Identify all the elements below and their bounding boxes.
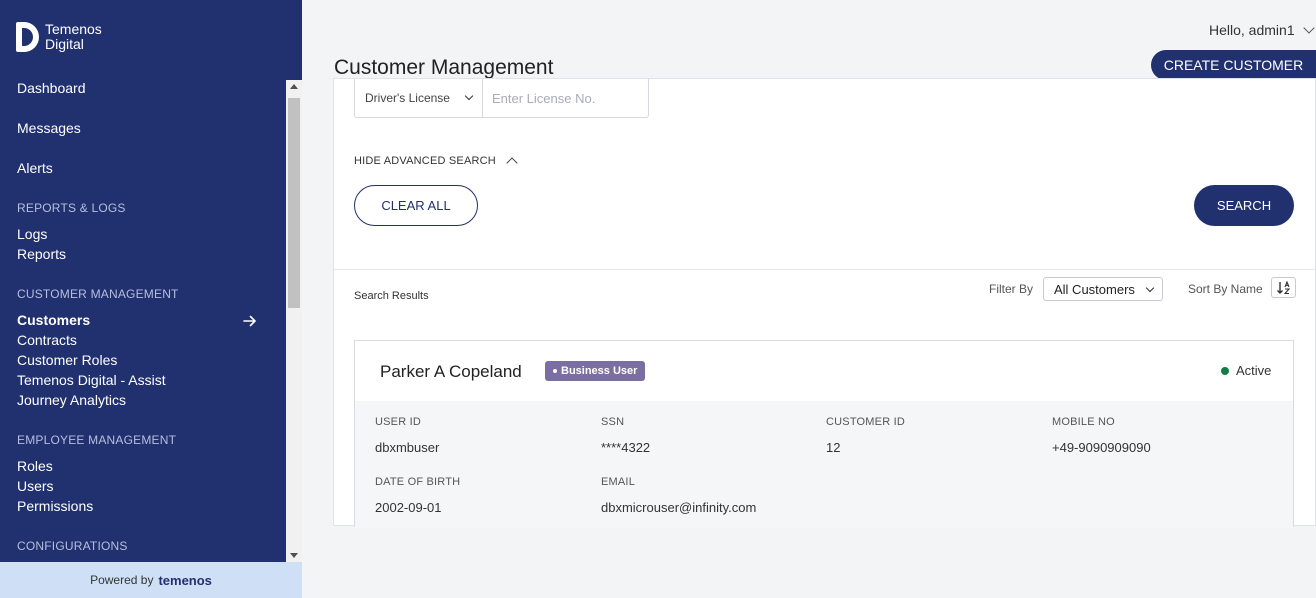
sidebar-item-customers[interactable]: Customers: [17, 312, 90, 328]
status-label: Active: [1236, 363, 1272, 378]
hide-advanced-search-toggle[interactable]: HIDE ADVANCED SEARCH: [354, 155, 518, 169]
badge-label: Business User: [561, 365, 638, 377]
customer-card[interactable]: Parker A Copeland Business User Active U…: [354, 340, 1294, 528]
user-id-value: dbxmbuser: [375, 440, 440, 455]
email-label: EMAIL: [601, 476, 636, 488]
chevron-up-icon: [506, 157, 518, 169]
scroll-up-icon[interactable]: [290, 84, 298, 89]
user-type-badge: Business User: [545, 361, 646, 381]
powered-by-footer: Powered by temenos: [0, 562, 302, 598]
mobile-label: MOBILE NO: [1052, 416, 1115, 428]
status-dot-icon: [1221, 366, 1229, 375]
sidebar-section-employee-management: EMPLOYEE MANAGEMENT: [17, 433, 177, 447]
license-number-input[interactable]: Enter License No.: [483, 79, 648, 117]
ssn-label: SSN: [601, 416, 625, 428]
sidebar-item-alerts[interactable]: Alerts: [17, 160, 53, 176]
sort-by-name-label: Sort By Name: [1188, 282, 1263, 296]
sidebar-item-reports[interactable]: Reports: [17, 246, 66, 262]
logo[interactable]: Temenos Digital: [16, 22, 102, 52]
sidebar: Temenos Digital Dashboard Messages Alert…: [0, 0, 302, 598]
page-title: Customer Management: [334, 56, 554, 79]
dob-label: DATE OF BIRTH: [375, 476, 461, 488]
sidebar-item-customer-roles[interactable]: Customer Roles: [17, 352, 117, 368]
clear-all-button[interactable]: CLEAR ALL: [354, 185, 478, 226]
user-menu[interactable]: Hello, admin1: [1209, 22, 1315, 38]
search-button[interactable]: SEARCH: [1194, 185, 1294, 226]
chevron-down-icon: [1302, 22, 1315, 34]
customer-id-label: CUSTOMER ID: [826, 416, 906, 428]
id-type-value: Driver's License: [365, 91, 450, 105]
arrow-right-icon: [243, 315, 256, 327]
filter-by-label: Filter By: [989, 282, 1034, 296]
sidebar-nav: Dashboard Messages Alerts REPORTS & LOGS…: [0, 80, 286, 562]
dob-value: 2002-09-01: [375, 500, 442, 515]
logo-line-1: Temenos: [45, 21, 102, 37]
filter-select[interactable]: All Customers: [1043, 277, 1163, 301]
email-value: dbxmicrouser@infinity.com: [601, 500, 757, 515]
customer-details: USER ID dbxmbuser SSN ****4322 CUSTOMER …: [355, 401, 1293, 528]
sidebar-item-contracts[interactable]: Contracts: [17, 332, 77, 348]
logo-line-2: Digital: [45, 36, 84, 52]
sidebar-section-customer-management: CUSTOMER MANAGEMENT: [17, 287, 179, 301]
powered-by-text: Powered by: [90, 573, 154, 587]
logo-mark-icon: [16, 22, 40, 52]
status-indicator: Active: [1221, 363, 1271, 378]
ssn-value: ****4322: [601, 440, 651, 455]
sidebar-section-configurations: CONFIGURATIONS: [17, 539, 128, 553]
scroll-down-icon[interactable]: [290, 553, 298, 558]
search-results-label: Search Results: [354, 290, 429, 302]
scroll-thumb[interactable]: [288, 98, 300, 308]
customer-id-value: 12: [826, 440, 841, 455]
divider: [334, 269, 1315, 270]
customer-card-header[interactable]: Parker A Copeland Business User Active: [355, 341, 1293, 401]
chevron-down-icon: [464, 91, 474, 101]
filter-value: All Customers: [1054, 281, 1135, 297]
license-search-group: Driver's License Enter License No.: [354, 79, 649, 118]
mobile-value: +49-9090909090: [1052, 440, 1151, 455]
sidebar-item-messages[interactable]: Messages: [17, 120, 81, 136]
user-id-label: USER ID: [375, 416, 422, 428]
sidebar-item-users[interactable]: Users: [17, 478, 54, 494]
sidebar-item-journey-analytics[interactable]: Journey Analytics: [17, 392, 126, 408]
sort-icon: [1276, 280, 1290, 294]
sidebar-item-dashboard[interactable]: Dashboard: [17, 80, 86, 96]
search-panel: Driver's License Enter License No. HIDE …: [333, 78, 1316, 528]
hide-advanced-search-label: HIDE ADVANCED SEARCH: [354, 155, 496, 167]
sidebar-scrollbar[interactable]: [286, 80, 302, 562]
sidebar-section-reports-logs: REPORTS & LOGS: [17, 201, 126, 215]
powered-by-brand: temenos: [158, 572, 212, 588]
sort-button[interactable]: [1271, 277, 1296, 298]
user-greeting: Hello, admin1: [1209, 22, 1295, 38]
sidebar-item-permissions[interactable]: Permissions: [17, 498, 93, 514]
sidebar-item-assist[interactable]: Temenos Digital - Assist: [17, 372, 166, 388]
chevron-down-icon: [1145, 283, 1155, 293]
badge-dot-icon: [553, 369, 557, 373]
sidebar-item-logs[interactable]: Logs: [17, 226, 47, 242]
id-type-select[interactable]: Driver's License: [355, 79, 483, 117]
sidebar-item-roles[interactable]: Roles: [17, 458, 53, 474]
customer-name[interactable]: Parker A Copeland: [380, 362, 522, 382]
create-customer-button[interactable]: CREATE CUSTOMER: [1151, 50, 1316, 80]
logo-text: Temenos Digital: [45, 22, 102, 52]
